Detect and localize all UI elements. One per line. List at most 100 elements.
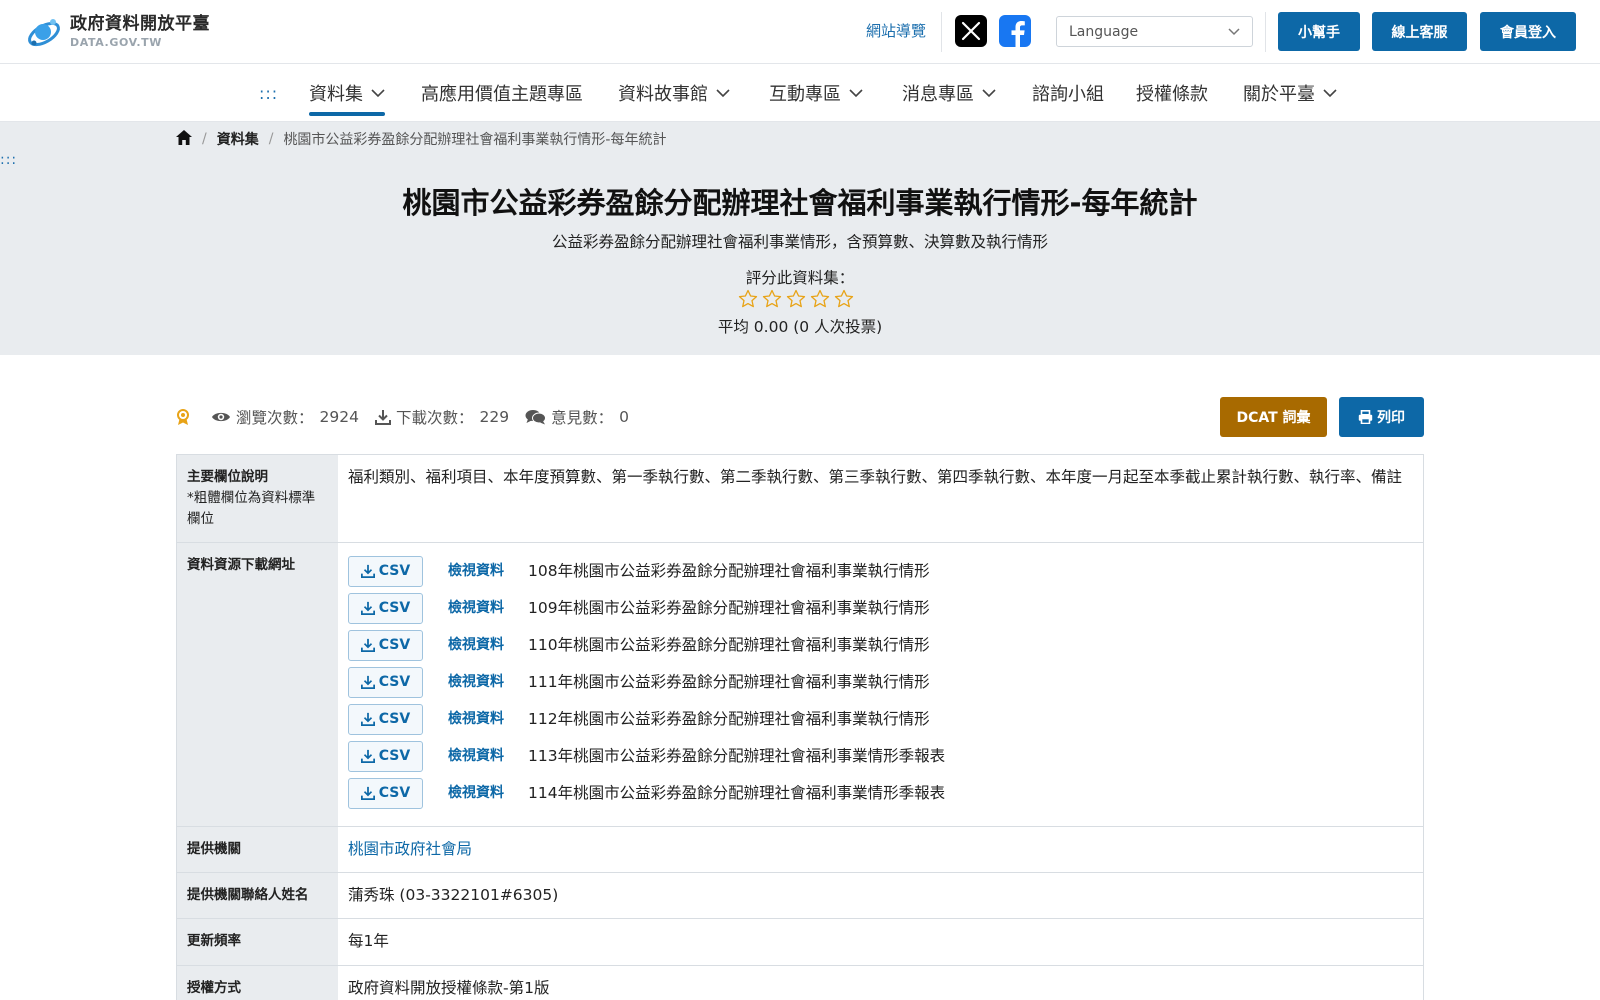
logo-icon [24,12,64,52]
chevron-down-icon [849,88,863,97]
views-stat: 瀏覽次數： 2924 [211,406,359,428]
resource-name: 112年桃園市公益彩券盈餘分配辦理社會福利事業執行情形 [528,709,930,728]
csv-download-button[interactable]: CSV [348,740,423,772]
download-icon [360,713,375,727]
nav-item-news[interactable]: 消息專區 [902,64,996,122]
downloads-count: 229 [479,408,510,426]
header-divider [1265,12,1266,52]
downloads-label: 下載次數： [395,409,474,427]
view-data-link[interactable]: 檢視資料 [448,746,528,767]
chevron-down-icon [1228,27,1240,35]
download-icon [360,639,375,653]
download-icon [374,410,391,425]
star-icon[interactable] [834,289,854,309]
view-data-link[interactable]: 檢視資料 [448,672,528,693]
x-twitter-icon[interactable] [955,15,987,47]
nav-item-label: 互動專區 [769,84,841,105]
csv-download-button[interactable]: CSV [348,703,423,735]
csv-label: CSV [378,673,411,690]
nav-item-advisory[interactable]: 諮詢小組 [1032,64,1104,122]
home-icon[interactable] [176,129,192,149]
csv-download-button[interactable]: CSV [348,555,423,587]
nav-item-about[interactable]: 關於平臺 [1243,64,1337,122]
fields-note: *粗體欄位為資料標準欄位 [187,489,316,527]
resources-list: CSV 檢視資料 108年桃園市公益彩券盈餘分配辦理社會福利事業執行情形 CSV… [338,543,1423,826]
nav-item-datasets[interactable]: 資料集 [309,64,385,122]
table-row: 授權方式 政府資料開放授權條款-第1版 [177,965,1423,1000]
license-value: 政府資料開放授權條款-第1版 [348,978,550,997]
nav-item-data-stories[interactable]: 資料故事館 [618,64,730,122]
breadcrumb-separator: / [268,131,274,147]
online-support-button[interactable]: 線上客服 [1372,12,1467,51]
csv-download-button[interactable]: CSV [348,629,423,661]
csv-download-button[interactable]: CSV [348,777,423,809]
nav-item-label: 高應用價值主題專區 [421,84,583,105]
nav-item-label: 資料集 [309,84,363,105]
fields-value: 福利類別、福利項目、本年度預算數、第一季執行數、第二季執行數、第三季執行數、第四… [348,468,1403,486]
resource-row: CSV 檢視資料 114年桃園市公益彩券盈餘分配辦理社會福利事業情形季報表 [348,775,1413,812]
content-accesskey-anchor[interactable]: ::: [0,152,17,168]
star-icon[interactable] [762,289,782,309]
resource-name: 113年桃園市公益彩券盈餘分配辦理社會福利事業情形季報表 [528,746,946,765]
csv-download-button[interactable]: CSV [348,666,423,698]
resource-name: 110年桃園市公益彩券盈餘分配辦理社會福利事業執行情形 [528,635,930,654]
breadcrumb: / 資料集 / 桃園市公益彩券盈餘分配辦理社會福利事業執行情形-每年統計 [176,128,667,150]
nav-item-interactive[interactable]: 互動專區 [769,64,863,122]
nav-item-label: 授權條款 [1136,84,1208,105]
view-data-link[interactable]: 檢視資料 [448,598,528,619]
sitemap-link[interactable]: 網站導覽 [866,20,926,41]
breadcrumb-datasets-link[interactable]: 資料集 [217,129,259,149]
star-icon[interactable] [786,289,806,309]
license-label: 授權方式 [177,965,338,1000]
resource-name: 109年桃園市公益彩券盈餘分配辦理社會福利事業執行情形 [528,598,930,617]
dataset-description: 公益彩券盈餘分配辦理社會福利事業情形，含預算數、決算數及執行情形 [551,233,1048,251]
nav-item-high-value[interactable]: 高應用價值主題專區 [421,64,583,122]
logo-subtitle: DATA.GOV.TW [70,36,162,49]
csv-label: CSV [378,599,411,616]
print-button[interactable]: 列印 [1339,397,1424,437]
view-data-link[interactable]: 檢視資料 [448,783,528,804]
helper-button[interactable]: 小幫手 [1278,12,1360,51]
star-icon[interactable] [810,289,830,309]
print-label: 列印 [1377,410,1405,426]
provider-link[interactable]: 桃園市政府社會局 [348,840,472,858]
breadcrumb-current: 桃園市公益彩券盈餘分配辦理社會福利事業執行情形-每年統計 [283,132,667,148]
views-count: 2924 [319,408,359,426]
resource-row: CSV 檢視資料 112年桃園市公益彩券盈餘分配辦理社會福利事業執行情形 [348,701,1413,738]
downloads-stat: 下載次數： 229 [374,406,510,428]
rating-label: 評分此資料集： [745,269,855,287]
table-row: 提供機關 桃園市政府社會局 [177,826,1423,874]
table-header-cell: 主要欄位說明 *粗體欄位為資料標準欄位 [177,455,338,542]
resource-name: 108年桃園市公益彩券盈餘分配辦理社會福利事業執行情形 [528,561,930,580]
download-icon [360,787,375,801]
nav-item-license[interactable]: 授權條款 [1136,64,1208,122]
star-icon[interactable] [738,289,758,309]
table-row: 更新頻率 每1年 [177,919,1423,966]
language-select[interactable]: Language [1056,16,1253,47]
nav-item-label: 消息專區 [902,84,974,105]
nav-accesskey-anchor[interactable]: ::: [259,84,278,103]
chevron-down-icon [1323,88,1337,97]
view-data-link[interactable]: 檢視資料 [448,709,528,730]
logo-title: 政府資料開放平臺 [70,14,210,34]
fields-label: 主要欄位說明 [187,469,268,485]
rating-average: 平均 0.00 (0 人次投票) [717,318,883,336]
top-header: 政府資料開放平臺 DATA.GOV.TW 網站導覽 Language 小幫手 線… [0,0,1600,64]
dcat-vocabulary-button[interactable]: DCAT 詞彙 [1220,397,1327,437]
printer-icon [1358,410,1373,424]
chevron-down-icon [716,88,730,97]
site-logo[interactable]: 政府資料開放平臺 DATA.GOV.TW [24,12,210,52]
csv-download-button[interactable]: CSV [348,592,423,624]
view-data-link[interactable]: 檢視資料 [448,561,528,582]
views-label: 瀏覽次數： [236,409,314,427]
resource-row: CSV 檢視資料 113年桃園市公益彩券盈餘分配辦理社會福利事業情形季報表 [348,738,1413,775]
view-data-link[interactable]: 檢視資料 [448,635,528,656]
page-title: 桃園市公益彩券盈餘分配辦理社會福利事業執行情形-每年統計 [402,186,1198,220]
breadcrumb-separator: / [202,131,207,147]
member-login-button[interactable]: 會員登入 [1480,12,1576,51]
frequency-value: 每1年 [348,932,389,951]
dataset-metadata-table: 主要欄位說明 *粗體欄位為資料標準欄位 福利類別、福利項目、本年度預算數、第一季… [176,454,1424,1000]
csv-label: CSV [378,784,411,801]
header-divider [941,12,942,52]
facebook-icon[interactable] [999,15,1031,47]
